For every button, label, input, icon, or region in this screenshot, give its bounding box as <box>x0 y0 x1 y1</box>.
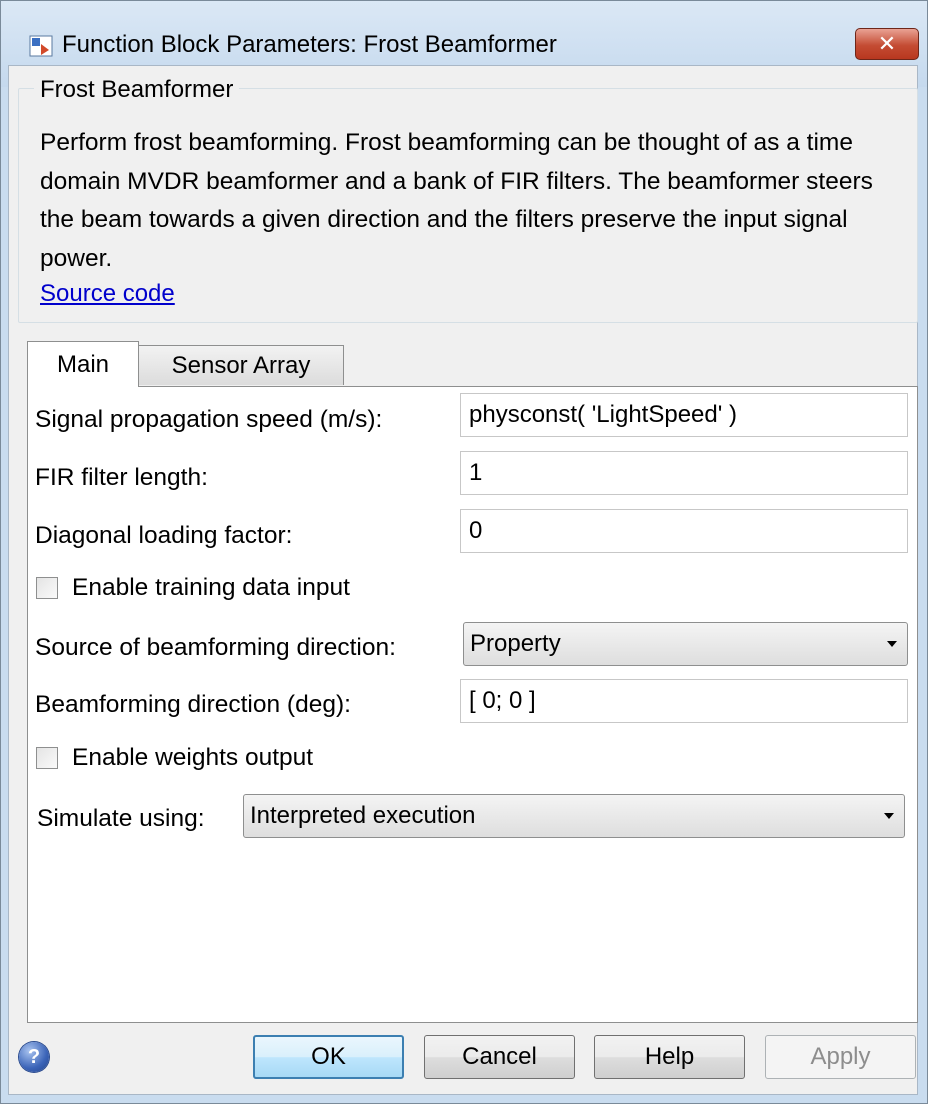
source-code-link[interactable]: Source code <box>40 280 175 308</box>
weights-output-label[interactable]: Enable weights output <box>72 744 313 772</box>
close-button[interactable]: ✕ <box>855 28 919 60</box>
direction-source-label: Source of beamforming direction: <box>35 634 396 661</box>
diagonal-loading-field[interactable]: 0 <box>460 509 908 553</box>
tab-sensor-array[interactable]: Sensor Array <box>138 345 344 385</box>
chevron-down-icon <box>884 813 894 819</box>
apply-button: Apply <box>765 1035 916 1079</box>
cancel-button[interactable]: Cancel <box>424 1035 575 1079</box>
direction-field[interactable]: [ 0; 0 ] <box>460 679 908 723</box>
simulate-using-value: Interpreted execution <box>250 802 476 829</box>
simulate-using-dropdown[interactable]: Interpreted execution <box>243 794 905 838</box>
direction-source-dropdown[interactable]: Property <box>463 622 908 666</box>
group-title: Frost Beamformer <box>34 76 240 104</box>
chevron-down-icon <box>887 641 897 647</box>
block-description: Perform frost beamforming. Frost beamfor… <box>40 129 873 272</box>
block-parameters-icon <box>29 35 53 57</box>
training-input-label[interactable]: Enable training data input <box>72 574 350 602</box>
direction-source-value: Property <box>470 630 561 657</box>
simulate-using-label: Simulate using: <box>37 805 205 832</box>
tab-main[interactable]: Main <box>27 341 139 387</box>
weights-output-checkbox[interactable] <box>36 747 58 769</box>
question-icon[interactable]: ? <box>19 1042 49 1072</box>
propagation-speed-label: Signal propagation speed (m/s): <box>35 406 383 433</box>
window-title: Function Block Parameters: Frost Beamfor… <box>62 31 557 58</box>
fir-length-label: FIR filter length: <box>35 464 208 491</box>
propagation-speed-field[interactable]: physconst( 'LightSpeed' ) <box>460 393 908 437</box>
diagonal-loading-label: Diagonal loading factor: <box>35 522 293 549</box>
training-input-checkbox[interactable] <box>36 577 58 599</box>
ok-button[interactable]: OK <box>253 1035 404 1079</box>
fir-length-field[interactable]: 1 <box>460 451 908 495</box>
help-button[interactable]: Help <box>594 1035 745 1079</box>
direction-label: Beamforming direction (deg): <box>35 691 351 718</box>
close-icon: ✕ <box>877 31 897 56</box>
